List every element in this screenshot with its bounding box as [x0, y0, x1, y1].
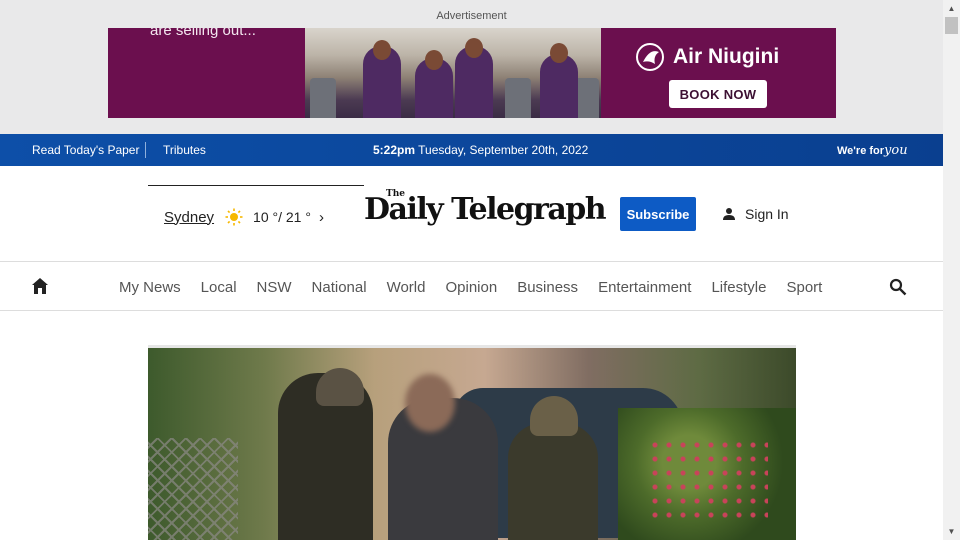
ad-tagline-panel: are selling out...	[108, 28, 305, 118]
weather-widget[interactable]: Sydney 10 °/ 21 ° ›	[164, 208, 324, 226]
ad-tagline: are selling out...	[150, 28, 256, 39]
nav-item-my-news[interactable]: My News	[119, 279, 181, 296]
bird-of-paradise-icon	[636, 43, 664, 71]
nav-item-entertainment[interactable]: Entertainment	[598, 279, 691, 296]
sun-icon	[225, 208, 243, 226]
read-todays-paper-link[interactable]: Read Today's Paper	[32, 143, 139, 157]
subscribe-button[interactable]: Subscribe	[620, 197, 696, 231]
tributes-link[interactable]: Tributes	[163, 143, 206, 157]
ad-brand: Air Niugini	[635, 42, 779, 72]
advertisement-label: Advertisement	[436, 10, 507, 22]
current-datetime: 5:22pm Tuesday, September 20th, 2022	[373, 143, 588, 157]
sign-in-button[interactable]: Sign In	[722, 206, 789, 222]
top-bar: Read Today's Paper Tributes 5:22pm Tuesd…	[0, 134, 943, 166]
nav-item-world[interactable]: World	[387, 279, 426, 296]
main-navigation: My News Local NSW National World Opinion…	[0, 263, 943, 311]
home-icon[interactable]	[31, 277, 49, 295]
book-now-button[interactable]: BOOK NOW	[669, 80, 767, 108]
slogan-script: you	[884, 143, 908, 158]
scroll-down-arrow-icon[interactable]: ▼	[943, 523, 960, 540]
weather-city[interactable]: Sydney	[164, 209, 214, 226]
scrollbar-thumb[interactable]	[945, 17, 958, 34]
current-date: Tuesday, September 20th, 2022	[418, 143, 589, 157]
weather-divider	[148, 185, 364, 186]
masthead: Sydney 10 °/ 21 ° › The Daily Telegraph …	[0, 166, 943, 262]
nav-item-national[interactable]: National	[312, 279, 367, 296]
nav-item-lifestyle[interactable]: Lifestyle	[711, 279, 766, 296]
slogan: We're foryou	[837, 143, 908, 158]
advertisement-area: Advertisement are selling out... Air Niu…	[0, 0, 943, 134]
nav-item-sport[interactable]: Sport	[786, 279, 822, 296]
nav-item-nsw[interactable]: NSW	[257, 279, 292, 296]
ad-brand-panel: Air Niugini BOOK NOW	[601, 28, 836, 118]
current-time: 5:22pm	[373, 143, 416, 157]
scroll-up-arrow-icon[interactable]: ▲	[943, 0, 960, 17]
scrollbar[interactable]: ▲ ▼	[943, 0, 960, 540]
person-icon	[723, 208, 735, 220]
chevron-right-icon[interactable]: ›	[319, 209, 324, 226]
site-logo[interactable]: The Daily Telegraph	[364, 189, 607, 227]
nav-menu: My News Local NSW National World Opinion…	[119, 279, 842, 296]
hero-image[interactable]	[148, 345, 796, 540]
search-icon[interactable]	[889, 278, 907, 296]
divider	[145, 142, 146, 158]
weather-temperature: 10 °/ 21 °	[253, 209, 311, 225]
ad-photo	[305, 28, 601, 118]
sign-in-label: Sign In	[745, 206, 789, 222]
nav-item-opinion[interactable]: Opinion	[445, 279, 497, 296]
ad-brand-name: Air Niugini	[673, 45, 780, 68]
logo-the: The	[386, 189, 405, 199]
nav-item-business[interactable]: Business	[517, 279, 578, 296]
slogan-prefix: We're for	[837, 145, 885, 157]
nav-item-local[interactable]: Local	[201, 279, 237, 296]
ad-banner[interactable]: are selling out... Air Niugini BOOK NOW	[108, 28, 836, 118]
